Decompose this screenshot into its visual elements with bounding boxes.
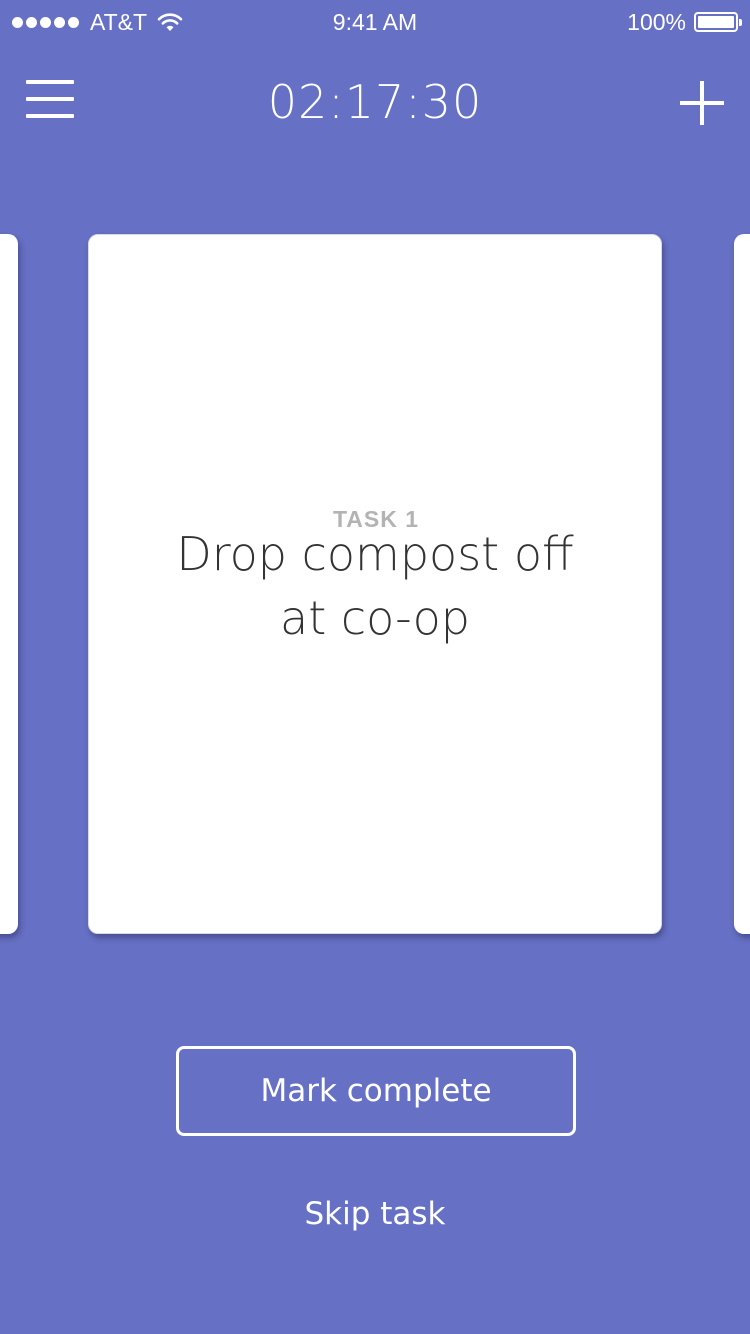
mark-complete-button[interactable]: Mark complete bbox=[176, 1046, 576, 1136]
task-title: Drop compost off at co-op bbox=[176, 527, 574, 645]
plus-vertical-bar bbox=[700, 81, 704, 125]
next-task-card[interactable] bbox=[734, 234, 750, 934]
battery-nub bbox=[739, 19, 742, 26]
battery-icon bbox=[694, 12, 742, 32]
skip-task-button[interactable]: Skip task bbox=[0, 1190, 750, 1238]
menu-bar bbox=[26, 114, 74, 118]
status-bar: AT&T 9:41 AM 100% bbox=[0, 0, 750, 44]
plus-icon[interactable] bbox=[680, 81, 724, 125]
app-screen: AT&T 9:41 AM 100% 02:17:30 TASK 1 Drop c… bbox=[0, 0, 750, 1334]
battery-percent: 100% bbox=[627, 9, 686, 35]
hamburger-menu-icon[interactable] bbox=[26, 80, 74, 120]
previous-task-card[interactable] bbox=[0, 234, 18, 934]
menu-bar bbox=[26, 80, 74, 84]
status-right: 100% bbox=[627, 9, 742, 35]
menu-bar bbox=[26, 97, 74, 101]
battery-level-fill bbox=[698, 16, 734, 28]
session-timer: 02:17:30 bbox=[267, 75, 483, 129]
